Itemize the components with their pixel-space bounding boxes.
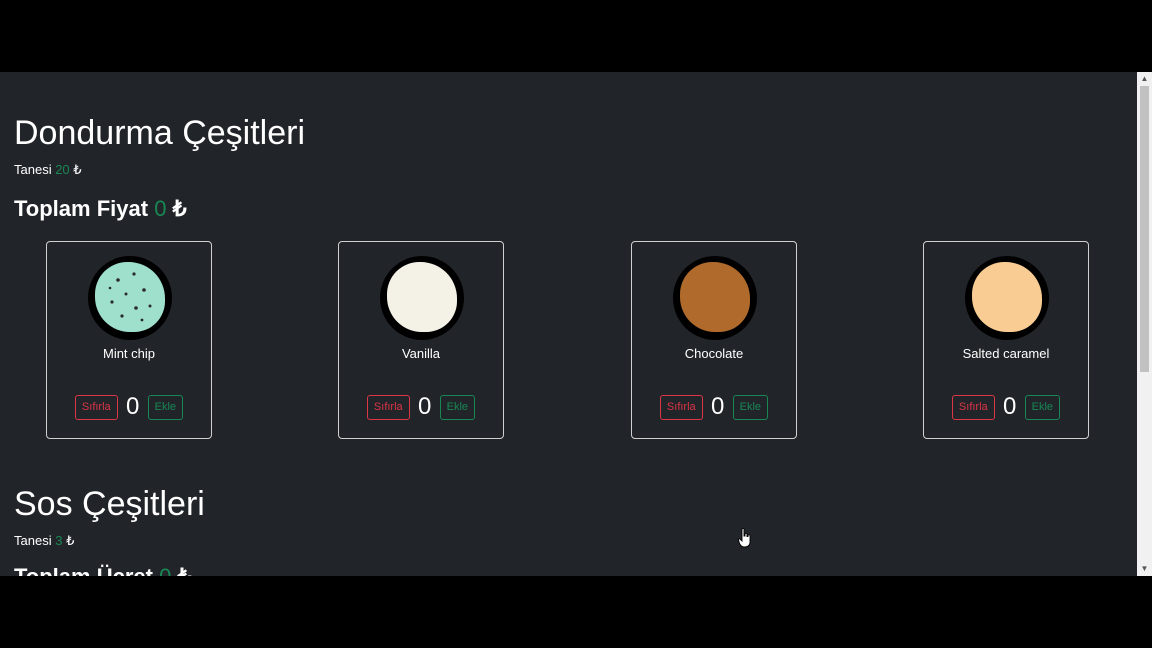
scroll-up-icon[interactable]: ▲ [1137, 72, 1152, 86]
scroll-down-icon[interactable]: ▼ [1137, 562, 1152, 576]
product-card-mint-chip: Mint chip Sıfırla 0 Ekle [46, 241, 212, 439]
sauce-section-title: Sos Çeşitleri [14, 485, 205, 523]
product-name: Salted caramel [962, 346, 1050, 361]
product-name: Vanilla [401, 346, 441, 361]
page-viewport: Dondurma Çeşitleri Tanesi 20 ₺ Toplam Fi… [0, 72, 1152, 576]
product-name: Chocolate [684, 346, 744, 361]
currency-symbol: ₺ [66, 533, 75, 548]
unit-price-value: 3 [55, 533, 63, 548]
ice-cream-unit-price: Tanesi 20 ₺ [14, 162, 82, 178]
vanilla-image [380, 256, 464, 340]
quantity-count: 0 [417, 393, 432, 420]
sauce-total: Toplam Ücret 0 ₺ [14, 564, 191, 576]
hand-cursor-icon [738, 528, 751, 548]
quantity-count: 0 [1002, 393, 1017, 420]
quantity-count: 0 [710, 393, 725, 420]
total-label: Toplam Ücret [14, 564, 153, 576]
mint-chip-image [88, 256, 172, 340]
unit-label: Tanesi [14, 533, 52, 548]
quantity-count: 0 [125, 393, 140, 420]
add-button[interactable]: Ekle [1024, 394, 1061, 420]
product-name: Mint chip [102, 346, 156, 361]
currency-symbol: ₺ [73, 162, 82, 177]
total-value: 0 [154, 196, 167, 221]
product-card-salted-caramel: Salted caramel Sıfırla 0 Ekle [923, 241, 1089, 439]
total-value: 0 [159, 564, 171, 576]
vertical-scrollbar[interactable]: ▲ ▼ [1137, 72, 1152, 576]
total-label: Toplam Fiyat [14, 196, 149, 221]
chocolate-image [673, 256, 757, 340]
reset-button[interactable]: Sıfırla [74, 394, 118, 420]
add-button[interactable]: Ekle [732, 394, 769, 420]
page-content: Dondurma Çeşitleri Tanesi 20 ₺ Toplam Fi… [0, 72, 1137, 576]
reset-button[interactable]: Sıfırla [951, 394, 995, 420]
quantity-controls: Sıfırla 0 Ekle [47, 393, 211, 421]
ice-cream-total: Toplam Fiyat 0 ₺ [14, 196, 187, 222]
quantity-controls: Sıfırla 0 Ekle [632, 393, 796, 421]
sauce-unit-price: Tanesi 3 ₺ [14, 533, 74, 549]
add-button[interactable]: Ekle [439, 394, 476, 420]
total-currency: ₺ [177, 564, 191, 576]
add-button[interactable]: Ekle [147, 394, 184, 420]
product-card-chocolate: Chocolate Sıfırla 0 Ekle [631, 241, 797, 439]
quantity-controls: Sıfırla 0 Ekle [924, 393, 1088, 421]
product-card-vanilla: Vanilla Sıfırla 0 Ekle [338, 241, 504, 439]
reset-button[interactable]: Sıfırla [659, 394, 703, 420]
total-currency: ₺ [172, 196, 187, 221]
scrollbar-thumb[interactable] [1140, 86, 1149, 372]
unit-price-value: 20 [55, 162, 70, 177]
ice-cream-section-title: Dondurma Çeşitleri [14, 114, 305, 152]
salted-caramel-image [965, 256, 1049, 340]
unit-label: Tanesi [14, 162, 52, 177]
reset-button[interactable]: Sıfırla [366, 394, 410, 420]
quantity-controls: Sıfırla 0 Ekle [339, 393, 503, 421]
